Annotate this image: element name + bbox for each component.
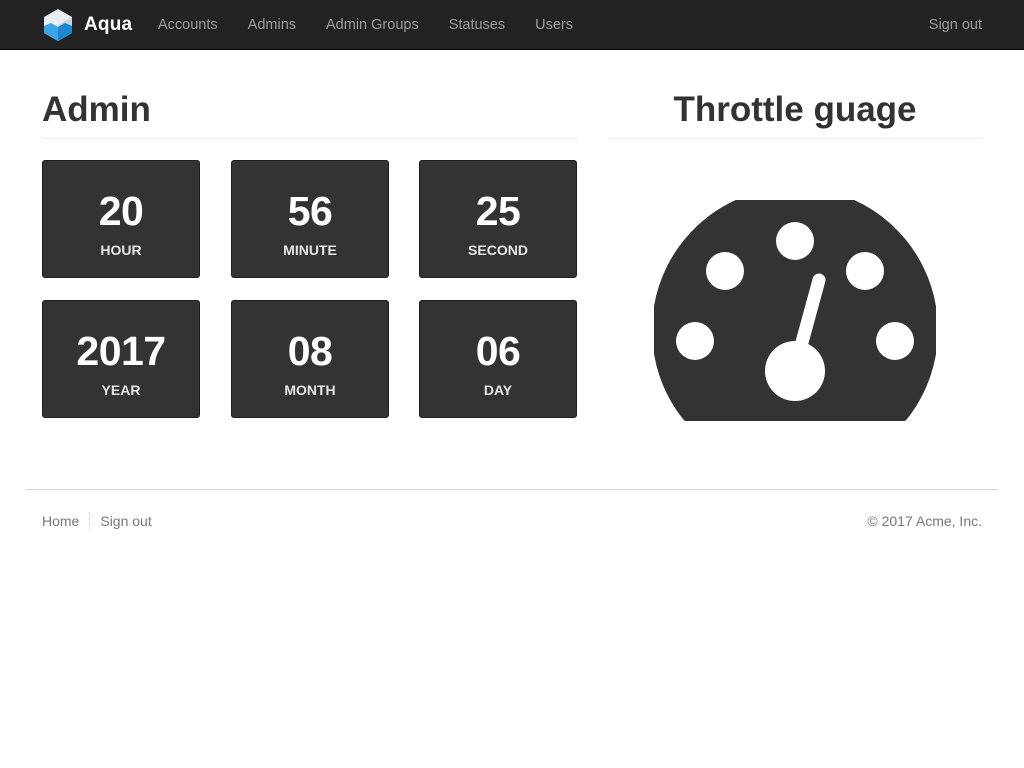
- page-footer: Home Sign out © 2017 Acme, Inc.: [26, 489, 998, 549]
- throttle-title: Throttle guage: [608, 88, 982, 139]
- footer-sign-out-link[interactable]: Sign out: [100, 513, 151, 529]
- hour-value: 20: [98, 188, 144, 234]
- datetime-tiles: 20 HOUR 56 MINUTE 25 SECOND 2017 YEAR 08…: [42, 160, 578, 420]
- nav-sign-out-link[interactable]: Sign out: [929, 0, 982, 50]
- admin-section: Admin 20 HOUR 56 MINUTE 25 SECOND 2017 Y…: [42, 88, 578, 420]
- year-value: 2017: [76, 328, 166, 374]
- footer-links: Home Sign out: [42, 512, 152, 530]
- hour-tile: 20 HOUR: [42, 160, 200, 278]
- day-value: 06: [475, 328, 521, 374]
- nav-item-users[interactable]: Users: [535, 0, 573, 50]
- aqua-cube-logo-icon: [44, 9, 72, 41]
- day-label: DAY: [483, 382, 513, 398]
- main-nav: Accounts Admins Admin Groups Statuses Us…: [158, 0, 603, 50]
- second-label: SECOND: [468, 242, 528, 258]
- second-tile: 25 SECOND: [419, 160, 577, 278]
- month-label: MONTH: [284, 382, 336, 398]
- year-tile: 2017 YEAR: [42, 300, 200, 418]
- day-tile: 06 DAY: [419, 300, 577, 418]
- month-value: 08: [287, 328, 333, 374]
- footer-home-link[interactable]: Home: [42, 513, 79, 529]
- top-navbar: Aqua Accounts Admins Admin Groups Status…: [0, 0, 1024, 50]
- nav-item-accounts[interactable]: Accounts: [158, 0, 218, 50]
- nav-item-statuses[interactable]: Statuses: [449, 0, 505, 50]
- nav-item-admins[interactable]: Admins: [248, 0, 296, 50]
- second-value: 25: [475, 188, 521, 234]
- month-tile: 08 MONTH: [231, 300, 389, 418]
- throttle-section: Throttle guage: [608, 88, 982, 421]
- brand-link[interactable]: Aqua: [42, 8, 132, 42]
- minute-label: MINUTE: [283, 242, 337, 258]
- page-title: Admin: [42, 88, 578, 139]
- minute-value: 56: [287, 188, 333, 234]
- copyright-text: © 2017 Acme, Inc.: [867, 513, 982, 529]
- nav-item-admin-groups[interactable]: Admin Groups: [326, 0, 419, 50]
- brand-name: Aqua: [84, 14, 133, 35]
- year-label: YEAR: [101, 382, 141, 398]
- minute-tile: 56 MINUTE: [231, 160, 389, 278]
- hour-label: HOUR: [100, 242, 142, 258]
- dashboard-gauge-icon: [654, 200, 936, 421]
